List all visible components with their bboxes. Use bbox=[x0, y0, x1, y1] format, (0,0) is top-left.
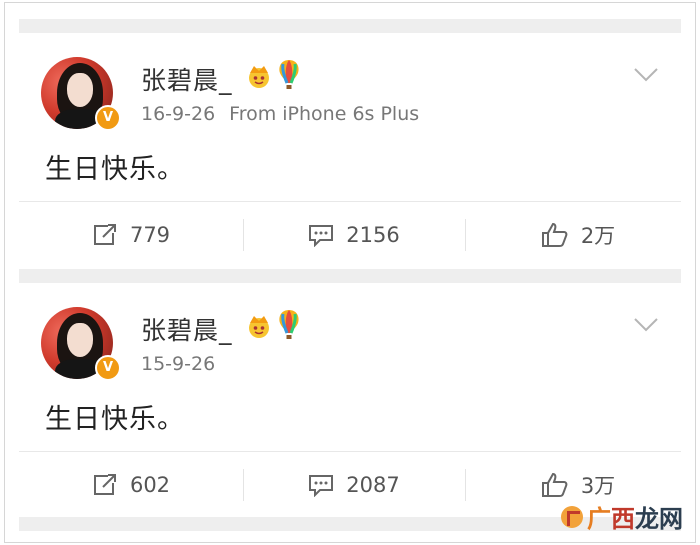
weibo-post-card[interactable]: V 张碧晨_ 16-9-26 From iPhone 6s Plus 生日快乐。 bbox=[19, 33, 681, 265]
post-date: 16-9-26 bbox=[141, 103, 216, 125]
like-button[interactable]: 2万 bbox=[465, 215, 691, 255]
post-content: 生日快乐。 bbox=[45, 404, 185, 435]
repost-button[interactable]: 779 bbox=[19, 215, 243, 255]
username[interactable]: 张碧晨_ bbox=[141, 61, 233, 97]
repost-button[interactable]: 602 bbox=[19, 465, 243, 505]
crown-emoji-icon bbox=[249, 66, 269, 88]
watermark-text: 龙网 bbox=[635, 505, 683, 533]
feed-separator bbox=[19, 19, 681, 33]
comment-count: 2087 bbox=[346, 473, 400, 497]
feed-separator bbox=[19, 269, 681, 283]
thumbs-up-icon bbox=[541, 472, 568, 497]
comment-button[interactable]: 2156 bbox=[243, 215, 465, 255]
repost-icon bbox=[93, 474, 116, 495]
hot-air-balloon-icon bbox=[279, 310, 299, 339]
repost-icon bbox=[93, 224, 116, 245]
watermark-text: 西 bbox=[611, 505, 635, 533]
like-count: 3万 bbox=[580, 474, 616, 498]
watermark-text: 广 bbox=[587, 505, 611, 533]
chevron-down-icon[interactable] bbox=[633, 317, 659, 333]
post-content: 生日快乐。 bbox=[45, 154, 185, 185]
watermark: 广西龙网 bbox=[561, 499, 683, 534]
repost-count: 779 bbox=[129, 223, 171, 247]
post-meta: 16-9-26 From iPhone 6s Plus bbox=[141, 103, 419, 125]
watermark-logo-icon bbox=[561, 505, 583, 528]
like-count: 2万 bbox=[580, 224, 616, 248]
divider bbox=[19, 451, 681, 452]
hot-air-balloon-icon bbox=[279, 60, 299, 89]
crown-emoji-icon bbox=[249, 316, 269, 338]
comment-button[interactable]: 2087 bbox=[243, 465, 465, 505]
comment-icon bbox=[309, 475, 334, 497]
verified-badge-icon: V bbox=[95, 355, 121, 381]
post-meta: 15-9-26 bbox=[141, 353, 215, 375]
divider bbox=[19, 201, 681, 202]
username[interactable]: 张碧晨_ bbox=[141, 311, 233, 347]
post-date: 15-9-26 bbox=[141, 353, 216, 375]
repost-count: 602 bbox=[129, 473, 171, 497]
post-source: From iPhone 6s Plus bbox=[229, 103, 420, 125]
verified-badge-icon: V bbox=[95, 105, 121, 131]
screenshot-frame: V 张碧晨_ 16-9-26 From iPhone 6s Plus 生日快乐。 bbox=[4, 2, 696, 543]
weibo-post-card[interactable]: V 张碧晨_ 15-9-26 生日快乐。 602 2087 3万 bbox=[19, 283, 681, 515]
thumbs-up-icon bbox=[541, 222, 568, 247]
chevron-down-icon[interactable] bbox=[633, 67, 659, 83]
comment-count: 2156 bbox=[346, 223, 400, 247]
comment-icon bbox=[309, 225, 334, 247]
